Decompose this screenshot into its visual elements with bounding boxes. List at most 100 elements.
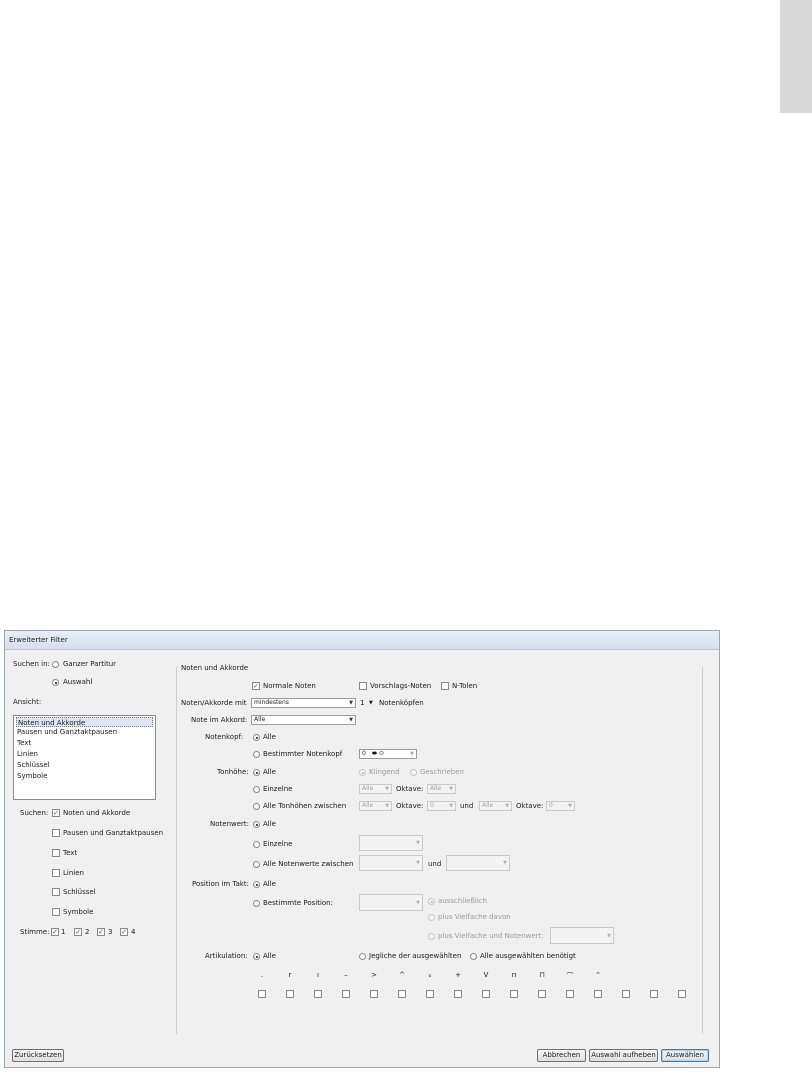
sounding-radio[interactable] xyxy=(359,769,366,776)
duration-from-dropdown[interactable]: ▼ xyxy=(359,855,423,871)
view-listbox[interactable]: Noten und Akkorde Pausen und Ganztaktpau… xyxy=(13,715,156,800)
and-label-2: und xyxy=(428,860,442,868)
voices-label: Stimme: xyxy=(20,928,50,936)
count-value[interactable]: 1 xyxy=(360,699,364,708)
search-symbols-checkbox[interactable] xyxy=(52,908,60,916)
duration-label: Notenwert: xyxy=(210,820,250,828)
position-all-radio[interactable] xyxy=(253,881,260,888)
duration-to-dropdown[interactable]: ▼ xyxy=(446,855,510,871)
plus-multiples-duration-label: plus Vielfache und Notenwert: xyxy=(438,932,544,940)
articulation-checkbox[interactable] xyxy=(454,990,462,998)
multiples-duration-dropdown[interactable]: ▼ xyxy=(550,927,614,944)
side-tab xyxy=(780,0,812,113)
octave-label-2: Oktave: xyxy=(396,802,424,810)
articulation-checkbox[interactable] xyxy=(622,990,630,998)
tuplets-checkbox[interactable] xyxy=(441,682,449,690)
triangle-fermata-icon: ⌃ xyxy=(595,971,601,979)
search-notes-checkbox[interactable]: ✓ xyxy=(52,809,60,817)
search-clefs-checkbox[interactable] xyxy=(52,888,60,896)
position-dropdown[interactable]: ▼ xyxy=(359,894,423,911)
articulation-checkbox[interactable] xyxy=(342,990,350,998)
written-radio[interactable] xyxy=(410,769,417,776)
pitch-single-label: Einzelne xyxy=(263,785,293,793)
octave-single-value: Alle xyxy=(430,785,442,792)
articulation-all-required-radio[interactable] xyxy=(470,953,477,960)
notehead-label: Notenkopf: xyxy=(205,733,244,741)
voice-2-label: 2 xyxy=(85,928,90,936)
pitch-single-value: Alle xyxy=(362,785,374,792)
cancel-button[interactable]: Abbrechen xyxy=(537,1049,586,1062)
duration-all-radio[interactable] xyxy=(253,821,260,828)
octave-to-dropdown[interactable]: 0 ▼ xyxy=(546,801,575,811)
articulation-any-radio[interactable] xyxy=(359,953,366,960)
chevron-down-icon: ▼ xyxy=(416,900,420,906)
view-item-clefs[interactable]: Schlüssel xyxy=(16,760,154,770)
articulation-checkbox[interactable] xyxy=(314,990,322,998)
position-specific-radio[interactable] xyxy=(253,900,260,907)
articulation-checkbox[interactable] xyxy=(566,990,574,998)
search-lines-label: Linien xyxy=(63,869,84,877)
duration-between-label: Alle Notenwerte zwischen xyxy=(263,860,354,868)
count-chevron-icon[interactable]: ▼ xyxy=(369,699,373,708)
notehead-dropdown[interactable]: 0 ⬬ ⬭ ▼ xyxy=(359,749,417,759)
notehead-specific-radio[interactable] xyxy=(253,751,260,758)
articulation-checkbox[interactable] xyxy=(286,990,294,998)
pitch-to-dropdown[interactable]: Alle ▼ xyxy=(479,801,512,811)
octave-single-dropdown[interactable]: Alle ▼ xyxy=(427,784,456,794)
view-item-text[interactable]: Text xyxy=(16,738,154,748)
duration-single-radio[interactable] xyxy=(253,841,260,848)
search-clefs-label: Schlüssel xyxy=(63,888,96,896)
notehead-all-label: Alle xyxy=(263,733,276,741)
pitch-label: Tonhöhe: xyxy=(217,768,249,776)
search-lines-checkbox[interactable] xyxy=(52,869,60,877)
plus-multiples-radio[interactable] xyxy=(428,914,435,921)
pitch-single-dropdown[interactable]: Alle ▼ xyxy=(359,784,392,794)
voice-2-checkbox[interactable]: ✓ xyxy=(74,928,82,936)
voice-4-checkbox[interactable]: ✓ xyxy=(120,928,128,936)
search-rests-checkbox[interactable] xyxy=(52,829,60,837)
pitch-from-dropdown[interactable]: Alle ▼ xyxy=(359,801,392,811)
articulation-checkbox[interactable] xyxy=(258,990,266,998)
radio-selection[interactable] xyxy=(52,679,59,686)
view-item-rests[interactable]: Pausen und Ganztaktpausen xyxy=(16,727,154,737)
duration-single-dropdown[interactable]: ▼ xyxy=(359,835,423,851)
articulation-checkbox[interactable] xyxy=(678,990,686,998)
duration-between-radio[interactable] xyxy=(253,861,260,868)
staccato-icon: . xyxy=(260,971,264,979)
grace-notes-label: Vorschlags-Noten xyxy=(370,682,432,690)
deselect-button[interactable]: Auswahl aufheben xyxy=(589,1049,658,1062)
notes-with-dropdown[interactable]: mindestens ▼ xyxy=(251,698,356,708)
view-item-notes[interactable]: Noten und Akkorde xyxy=(16,717,153,727)
notehead-all-radio[interactable] xyxy=(253,734,260,741)
chevron-down-icon: ▼ xyxy=(568,803,572,809)
search-text-checkbox[interactable] xyxy=(52,849,60,857)
articulation-checkbox[interactable] xyxy=(650,990,658,998)
articulation-checkbox[interactable] xyxy=(482,990,490,998)
radio-whole-score[interactable] xyxy=(52,661,59,668)
pitch-all-radio[interactable] xyxy=(253,769,260,776)
pitch-single-radio[interactable] xyxy=(253,786,260,793)
note-in-chord-dropdown[interactable]: Alle ▼ xyxy=(251,715,356,725)
articulation-checkbox[interactable] xyxy=(510,990,518,998)
articulation-checkbox[interactable] xyxy=(538,990,546,998)
voice-3-checkbox[interactable]: ✓ xyxy=(97,928,105,936)
view-item-symbols[interactable]: Symbole xyxy=(16,771,154,781)
articulation-checkbox[interactable] xyxy=(398,990,406,998)
articulation-all-radio[interactable] xyxy=(253,953,260,960)
reset-button[interactable]: Zurücksetzen xyxy=(12,1049,64,1062)
voice-1-checkbox[interactable]: ✓ xyxy=(51,928,59,936)
view-item-lines[interactable]: Linien xyxy=(16,749,154,759)
normal-notes-checkbox[interactable]: ✓ xyxy=(252,682,260,690)
plus-multiples-duration-radio[interactable] xyxy=(428,933,435,940)
grace-notes-checkbox[interactable] xyxy=(359,682,367,690)
search-text-label: Text xyxy=(63,849,78,857)
articulation-checkbox[interactable] xyxy=(370,990,378,998)
exclusive-radio[interactable] xyxy=(428,898,435,905)
articulation-checkbox[interactable] xyxy=(594,990,602,998)
select-button[interactable]: Auswählen xyxy=(661,1049,709,1062)
pitch-between-radio[interactable] xyxy=(253,803,260,810)
voice-1-label: 1 xyxy=(61,928,66,936)
octave-from-dropdown[interactable]: 0 ▼ xyxy=(427,801,456,811)
articulation-checkbox[interactable] xyxy=(426,990,434,998)
wedge-icon: ı xyxy=(317,971,319,979)
